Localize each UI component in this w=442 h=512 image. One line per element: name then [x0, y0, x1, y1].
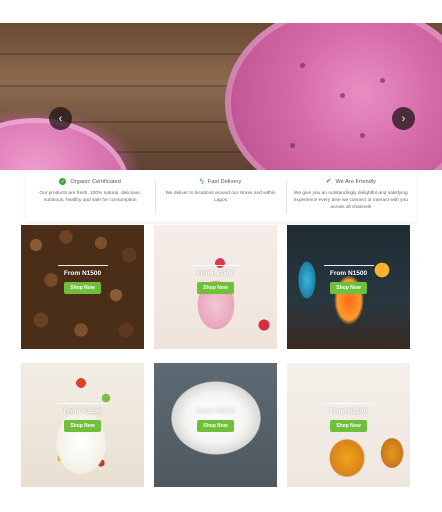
- product-price: From N2500: [63, 408, 102, 415]
- product-tile-cocktail[interactable]: From N1500 Shop Now: [287, 225, 410, 349]
- product-price: From N1500: [196, 270, 235, 277]
- feature-description: We deliver to locations around our store…: [165, 191, 276, 203]
- smoothie-glass-image: [225, 23, 442, 170]
- product-tile-milkshake[interactable]: From N1500 Shop Now: [154, 225, 277, 349]
- slider-next-button[interactable]: ›: [392, 107, 415, 130]
- shop-now-button[interactable]: Shop Now: [64, 282, 101, 294]
- feature-friendly: ✔ We Are Friendly We give you an outstan…: [285, 170, 416, 222]
- shop-now-button[interactable]: Shop Now: [330, 420, 367, 432]
- product-price: From N1500: [63, 270, 102, 277]
- check-circle-icon: ✓: [59, 178, 67, 185]
- feature-title: Fast Delivery: [207, 178, 242, 185]
- divider: [190, 265, 241, 266]
- shop-now-button[interactable]: Shop Now: [330, 282, 367, 294]
- divider: [57, 265, 108, 266]
- smoothie-seed: [340, 93, 345, 98]
- feature-organic: ✓ Organic Certificated Our products are …: [25, 170, 155, 222]
- shop-now-button[interactable]: Shop Now: [197, 420, 234, 432]
- chevron-right-icon: ›: [401, 112, 406, 125]
- lightning-bolt-icon: ϟ: [199, 177, 204, 186]
- feature-delivery: ϟ Fast Delivery We deliver to locations …: [155, 170, 285, 222]
- feature-description: We give you an outstandingly delightful …: [293, 191, 408, 210]
- smoothie-seed: [360, 133, 365, 138]
- smoothie-seed: [290, 143, 295, 148]
- shop-now-button[interactable]: Shop Now: [64, 420, 101, 432]
- feature-title: Organic Certificated: [70, 178, 121, 185]
- smoothie-seed: [300, 63, 305, 68]
- shop-now-button[interactable]: Shop Now: [197, 282, 234, 294]
- product-tile-fruit-parfait[interactable]: From N2500 Shop Now: [21, 363, 144, 487]
- product-tile-yogurt[interactable]: From N2500 Shop Now: [154, 363, 277, 487]
- feature-title: We Are Friendly: [335, 178, 377, 185]
- product-tile-honey[interactable]: From N2500 Shop Now: [287, 363, 410, 487]
- checkmark-icon: ✔: [325, 178, 332, 185]
- divider: [57, 403, 108, 404]
- chevron-left-icon: ‹: [58, 112, 63, 125]
- product-price: From N2500: [329, 408, 368, 415]
- product-price: From N2500: [196, 408, 235, 415]
- slider-prev-button[interactable]: ‹: [49, 107, 72, 130]
- divider: [323, 403, 374, 404]
- features-strip: ✓ Organic Certificated Our products are …: [25, 170, 416, 222]
- divider: [190, 403, 241, 404]
- feature-description: Our products are fresh, 100% natural, de…: [39, 191, 141, 203]
- divider: [323, 265, 374, 266]
- hero-slider: ‹ ›: [0, 23, 442, 170]
- product-tile-tiger-nuts[interactable]: From N1500 Shop Now: [21, 225, 144, 349]
- smoothie-seed: [380, 78, 385, 83]
- product-price: From N1500: [329, 270, 368, 277]
